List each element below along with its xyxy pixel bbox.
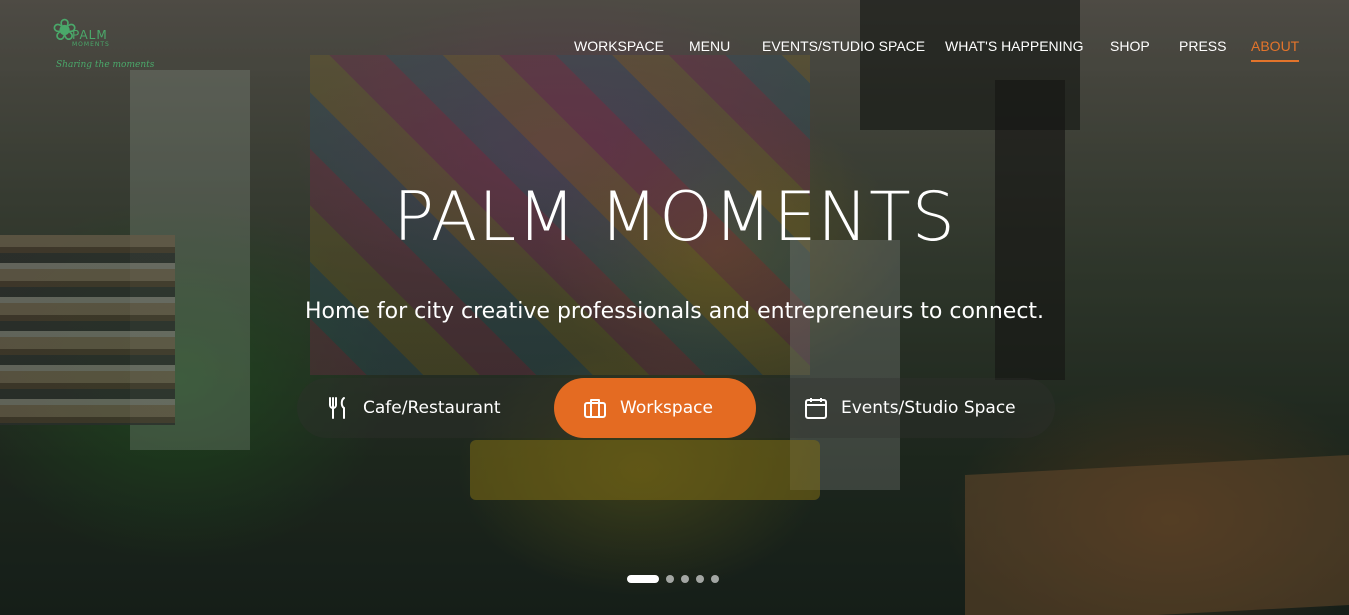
main-nav: WORKSPACE MENU EVENTS/STUDIO SPACE WHAT'… — [0, 38, 1349, 68]
nav-about[interactable]: ABOUT — [1251, 38, 1300, 62]
slide-dot-3[interactable] — [681, 575, 689, 583]
tab-label: Events/Studio Space — [841, 398, 1016, 418]
calendar-icon — [805, 397, 827, 419]
fork-knife-icon — [327, 396, 349, 420]
tab-events-studio-space[interactable]: Events/Studio Space — [805, 378, 1016, 438]
slide-dot-2[interactable] — [666, 575, 674, 583]
briefcase-icon — [584, 398, 606, 418]
nav-shop[interactable]: SHOP — [1110, 38, 1150, 60]
slide-dot-5[interactable] — [711, 575, 719, 583]
nav-events-studio-space[interactable]: EVENTS/STUDIO SPACE — [762, 38, 925, 60]
nav-press[interactable]: PRESS — [1179, 38, 1226, 60]
tab-label: Cafe/Restaurant — [363, 398, 501, 418]
nav-whats-happening[interactable]: WHAT'S HAPPENING — [945, 38, 1084, 60]
slide-indicators — [627, 574, 719, 584]
hero-subtitle: Home for city creative professionals and… — [304, 299, 1045, 324]
slide-dot-4[interactable] — [696, 575, 704, 583]
tab-label: Workspace — [620, 398, 713, 418]
nav-workspace[interactable]: WORKSPACE — [574, 38, 664, 60]
tab-workspace[interactable]: Workspace — [554, 378, 756, 438]
tab-cafe-restaurant[interactable]: Cafe/Restaurant — [327, 378, 501, 438]
nav-menu[interactable]: MENU — [689, 38, 730, 60]
hero-title: PALM MOMENTS — [393, 178, 956, 257]
slide-dot-1[interactable] — [627, 575, 659, 583]
